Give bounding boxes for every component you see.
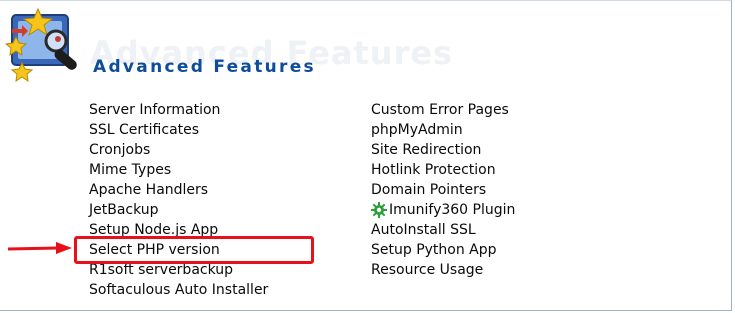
page: Advanced Features Advanced Features Serv… bbox=[0, 0, 735, 313]
left-feature-list: Server Information SSL Certificates Cron… bbox=[89, 100, 268, 300]
link-domain-pointers[interactable]: Domain Pointers bbox=[371, 180, 515, 200]
link-apache-handlers[interactable]: Apache Handlers bbox=[89, 180, 268, 200]
link-site-redirection[interactable]: Site Redirection bbox=[371, 140, 515, 160]
link-setup-python-app[interactable]: Setup Python App bbox=[371, 240, 515, 260]
advanced-features-logo-icon bbox=[4, 7, 77, 83]
link-softaculous-auto-installer[interactable]: Softaculous Auto Installer bbox=[89, 280, 268, 300]
link-select-php-version[interactable]: Select PHP version bbox=[89, 240, 268, 260]
link-r1soft-serverbackup[interactable]: R1soft serverbackup bbox=[89, 260, 268, 280]
link-server-information[interactable]: Server Information bbox=[89, 100, 268, 120]
gear-icon bbox=[371, 202, 387, 218]
link-phpmyadmin[interactable]: phpMyAdmin bbox=[371, 120, 515, 140]
link-mime-types[interactable]: Mime Types bbox=[89, 160, 268, 180]
link-hotlink-protection[interactable]: Hotlink Protection bbox=[371, 160, 515, 180]
arrow-right-icon bbox=[7, 242, 72, 254]
link-jetbackup[interactable]: JetBackup bbox=[89, 200, 268, 220]
right-feature-list: Custom Error Pages phpMyAdmin Site Redir… bbox=[371, 100, 515, 280]
link-cronjobs[interactable]: Cronjobs bbox=[89, 140, 268, 160]
advanced-features-panel: Advanced Features Advanced Features Serv… bbox=[0, 0, 732, 311]
page-title: Advanced Features bbox=[93, 57, 316, 77]
link-setup-nodejs-app[interactable]: Setup Node.js App bbox=[89, 220, 268, 240]
link-custom-error-pages[interactable]: Custom Error Pages bbox=[371, 100, 515, 120]
link-imunify360-plugin[interactable]: Imunify360 Plugin bbox=[371, 200, 515, 220]
link-autoinstall-ssl[interactable]: AutoInstall SSL bbox=[371, 220, 515, 240]
link-ssl-certificates[interactable]: SSL Certificates bbox=[89, 120, 268, 140]
link-resource-usage[interactable]: Resource Usage bbox=[371, 260, 515, 280]
imunify360-plugin-label: Imunify360 Plugin bbox=[389, 202, 516, 218]
